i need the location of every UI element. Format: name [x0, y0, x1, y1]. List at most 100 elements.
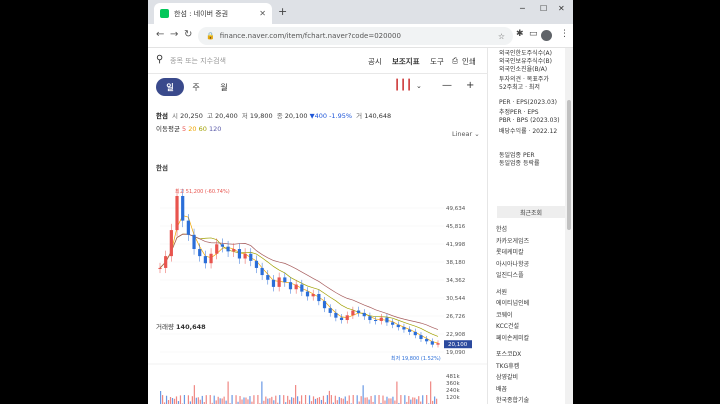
candle-body	[203, 256, 207, 264]
tab-close-icon[interactable]: ✕	[259, 9, 266, 18]
volume-bar	[261, 381, 263, 404]
recent-item[interactable]: 페이손케미칼	[496, 333, 529, 342]
maximize-icon[interactable]: ☐	[540, 4, 547, 13]
volume-bar	[225, 400, 227, 404]
volume-label: 거래량 140,648	[156, 323, 206, 331]
recent-item[interactable]: 아시아나항공	[496, 259, 529, 268]
forward-icon[interactable]: →	[170, 29, 178, 40]
recent-item[interactable]: 롯데케미칼	[496, 247, 524, 256]
candle-body	[328, 308, 332, 313]
scale-selector[interactable]: Linear ⌄	[452, 130, 480, 138]
candle-body	[243, 253, 247, 259]
candle-body	[300, 284, 304, 292]
recent-item[interactable]: 한국종합기술	[496, 395, 529, 404]
recent-item[interactable]: 한섬	[496, 224, 507, 233]
sidebar-row: PBR · BPS (2023.03)	[499, 117, 560, 124]
volume-bar	[326, 395, 328, 404]
period-daily-button[interactable]: 일	[156, 78, 184, 96]
link-indicators[interactable]: 보조지표	[392, 56, 420, 67]
recent-view-header[interactable]: 최근조회	[497, 206, 565, 218]
back-icon[interactable]: ←	[156, 29, 164, 40]
reload-icon[interactable]: ↻	[184, 29, 192, 40]
recent-item[interactable]: TKG휴켐	[496, 361, 519, 370]
price-change: ▼400 -1.95%	[309, 112, 353, 120]
close-window-icon[interactable]: ✕	[558, 4, 565, 13]
volume-bar	[352, 395, 354, 404]
sidepanel-icon[interactable]: ▭	[529, 29, 538, 39]
recent-item[interactable]: 서원	[496, 287, 507, 296]
new-tab-button[interactable]: +	[278, 5, 287, 18]
menu-kebab-icon[interactable]: ⋮	[560, 29, 569, 39]
print-icon[interactable]: ⎙	[452, 56, 458, 66]
volume-bar	[197, 397, 199, 404]
volume-bar	[179, 395, 182, 404]
period-monthly-button[interactable]: 월	[210, 78, 238, 96]
candle-body	[322, 301, 327, 309]
volume-bar	[279, 395, 281, 404]
volume-bar	[412, 397, 414, 404]
candle-body	[249, 253, 253, 261]
recent-item[interactable]: 코웨이	[496, 310, 513, 319]
zoom-in-icon[interactable]: +	[466, 80, 474, 91]
candle-body	[192, 234, 196, 250]
volume-bar	[171, 398, 174, 404]
candle-body	[271, 279, 276, 287]
candle-body	[436, 343, 440, 345]
recent-item[interactable]: 배꼽	[496, 384, 507, 393]
volume-bar	[195, 397, 197, 404]
candle-body	[209, 253, 213, 264]
volume-bar	[378, 395, 380, 404]
link-tools[interactable]: 도구	[430, 56, 444, 67]
minimize-icon[interactable]: ─	[520, 4, 525, 13]
recent-item[interactable]: 삼영갈비	[496, 372, 518, 381]
candle-body	[237, 249, 242, 259]
y-tick-label: 45,816	[446, 224, 466, 230]
y-tick-label: 26,726	[446, 314, 466, 320]
link-print[interactable]: 인쇄	[462, 56, 476, 67]
volume-bar	[328, 390, 330, 404]
volume-bar	[253, 395, 255, 404]
extensions-icon[interactable]: ✱	[516, 29, 524, 39]
volume-bar	[360, 396, 362, 404]
candle-type-icon[interactable]: ┃┃┃	[394, 80, 412, 91]
volume-bar	[392, 396, 394, 404]
chevron-down-icon[interactable]: ⌄	[416, 82, 422, 90]
browser-tab[interactable]: 한섬 : 네이버 증권 ✕	[154, 3, 272, 24]
recent-item[interactable]: 카카오게임즈	[496, 236, 529, 245]
url-text[interactable]: finance.naver.com/item/fchart.naver?code…	[220, 32, 493, 40]
period-weekly-button[interactable]: 주	[182, 78, 210, 96]
candle-body	[368, 316, 372, 321]
volume-bar	[370, 395, 372, 404]
address-bar[interactable]: 🔒 finance.naver.com/item/fchart.naver?co…	[198, 27, 513, 45]
volume-bar	[404, 395, 406, 404]
volume-bar	[245, 397, 247, 404]
recent-item[interactable]: 포스코DX	[496, 349, 521, 358]
recent-item[interactable]: 일진디스플	[496, 270, 524, 279]
volume-bar	[322, 395, 325, 404]
volume-bar	[201, 395, 203, 404]
candle-body	[164, 256, 168, 268]
search-input[interactable]: 종목 또는 지수검색	[170, 56, 226, 66]
volume-bar	[249, 396, 251, 404]
tab-strip: 한섬 : 네이버 증권 ✕ + ─ ☐ ✕	[148, 0, 573, 24]
y-tick-label: 30,544	[446, 296, 466, 302]
link-disclosure[interactable]: 공시	[368, 56, 382, 67]
candle-body	[385, 317, 389, 323]
volume-bar	[300, 395, 303, 404]
volume-bar	[382, 395, 384, 404]
scrollbar-thumb[interactable]	[567, 100, 571, 230]
volume-bar	[340, 398, 342, 404]
price-chart[interactable]: 49,634 45,816 41,998 38,180 34,362 30,544 26,7…	[148, 138, 488, 404]
recent-item[interactable]: 에이티넘인베	[496, 298, 529, 307]
candle-body	[402, 327, 406, 330]
volume-bar	[422, 395, 424, 404]
volume-tick-label: 120k	[446, 395, 460, 401]
profile-avatar[interactable]	[541, 30, 552, 41]
search-icon[interactable]: ⚲	[156, 54, 163, 65]
volume-bar	[217, 396, 219, 404]
bookmark-star-icon[interactable]: ☆	[498, 32, 505, 41]
recent-item[interactable]: KCC건설	[496, 321, 519, 330]
volume-bar	[199, 399, 201, 404]
volume-bar	[187, 395, 189, 404]
zoom-out-icon[interactable]: —	[442, 80, 452, 91]
